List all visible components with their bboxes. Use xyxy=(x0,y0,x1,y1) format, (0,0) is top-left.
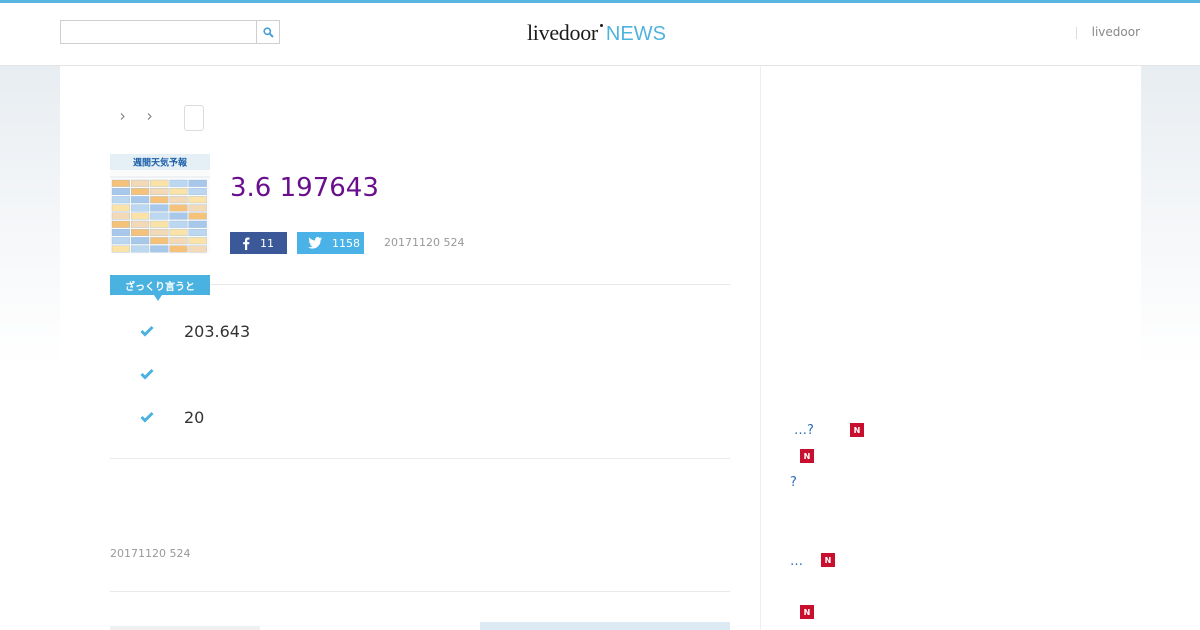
forecast-grid xyxy=(111,179,207,253)
forecast-cell xyxy=(169,220,188,228)
article-date: 20171120 524 xyxy=(384,236,465,249)
forecast-cell xyxy=(169,196,188,204)
forecast-cell xyxy=(131,179,150,187)
forecast-cell xyxy=(131,220,150,228)
main-column xyxy=(60,66,760,630)
article-thumbnail[interactable]: 週間天気予報 xyxy=(110,154,210,254)
check-icon xyxy=(140,325,154,337)
forecast-cell xyxy=(169,204,188,212)
forecast-cell xyxy=(111,229,130,236)
forecast-cell xyxy=(111,188,130,195)
search-button[interactable] xyxy=(256,21,279,43)
forecast-cell xyxy=(131,196,150,204)
forecast-cell xyxy=(188,188,207,195)
forecast-cell xyxy=(111,196,130,204)
forecast-cell xyxy=(188,229,207,236)
search-input[interactable] xyxy=(61,21,257,43)
forecast-cell xyxy=(150,220,169,228)
summary-point-text: 20 xyxy=(184,408,205,427)
forecast-cell xyxy=(169,237,188,245)
logo-dot xyxy=(599,24,603,27)
forecast-cell xyxy=(131,237,150,245)
forecast-cell xyxy=(150,179,169,187)
forecast-cell xyxy=(150,245,169,253)
facebook-icon xyxy=(243,237,250,250)
sidebar-column xyxy=(760,66,1141,630)
check-icon xyxy=(140,368,154,380)
logo-news-text: NEWS xyxy=(605,23,666,45)
forecast-cell xyxy=(150,196,169,204)
forecast-cell xyxy=(131,204,150,212)
new-badge: N xyxy=(800,449,814,463)
check-icon xyxy=(140,411,154,423)
facebook-share-count: 11 xyxy=(260,236,274,250)
forecast-cell xyxy=(188,220,207,228)
twitter-icon xyxy=(308,237,322,249)
divider xyxy=(110,458,730,459)
article-date-bottom: 20171120 524 xyxy=(110,547,191,560)
forecast-cell xyxy=(150,237,169,245)
forecast-cell xyxy=(131,245,150,253)
forecast-cell xyxy=(131,188,150,195)
forecast-cell xyxy=(131,212,150,220)
chevron-right-icon xyxy=(120,113,125,120)
forecast-cell xyxy=(111,179,130,187)
forecast-cell xyxy=(169,245,188,253)
forecast-cell xyxy=(150,204,169,212)
header-separator xyxy=(1076,27,1077,39)
new-badge: N xyxy=(821,553,835,567)
summary-point: 203.643 xyxy=(110,321,730,345)
forecast-cell xyxy=(111,245,130,253)
forecast-cell xyxy=(169,212,188,220)
forecast-cell xyxy=(188,237,207,245)
related-article-image[interactable] xyxy=(480,622,730,630)
forecast-cell xyxy=(150,212,169,220)
summary-point-text: 203.643 xyxy=(184,322,251,341)
livedoor-home-link[interactable]: livedoor xyxy=(1092,25,1140,39)
summary-point xyxy=(110,364,730,388)
forecast-cell xyxy=(188,245,207,253)
new-badge: N xyxy=(850,423,864,437)
forecast-cell xyxy=(169,179,188,187)
site-logo[interactable]: livedoor NEWS xyxy=(527,20,666,48)
new-badge: N xyxy=(800,605,814,619)
forecast-cell xyxy=(111,220,130,228)
forecast-cell xyxy=(150,229,169,236)
twitter-share-count: 1158 xyxy=(332,236,360,250)
divider xyxy=(110,591,730,592)
article-title: 3.6 197643 xyxy=(230,173,379,203)
summary-badge: ざっくり言うと xyxy=(110,275,210,295)
sidebar-link[interactable]: … xyxy=(790,554,803,569)
forecast-cell xyxy=(188,196,207,204)
logo-main-text: livedoor xyxy=(527,20,598,45)
forecast-cell xyxy=(188,204,207,212)
forecast-cell xyxy=(169,188,188,195)
forecast-cell xyxy=(188,179,207,187)
breadcrumb-current[interactable] xyxy=(184,105,204,131)
twitter-share-button[interactable]: 1158 xyxy=(297,232,364,254)
related-article-snippet[interactable] xyxy=(110,626,260,630)
forecast-cell xyxy=(150,188,169,195)
forecast-cell xyxy=(131,229,150,236)
site-header: livedoor NEWS livedoor xyxy=(0,3,1200,66)
facebook-share-button[interactable]: 11 xyxy=(230,232,287,254)
forecast-cell xyxy=(111,237,130,245)
search-box xyxy=(60,20,280,44)
forecast-cell xyxy=(111,204,130,212)
forecast-cell xyxy=(111,212,130,220)
summary-badge-tail xyxy=(154,295,162,301)
sidebar-link[interactable]: …? xyxy=(794,423,814,438)
forecast-cell xyxy=(188,212,207,220)
summary-point: 20 xyxy=(110,407,730,431)
sidebar-link[interactable]: ? xyxy=(790,475,797,490)
thumbnail-label: 週間天気予報 xyxy=(133,157,188,169)
chevron-right-icon xyxy=(147,113,152,120)
search-icon xyxy=(262,26,274,38)
forecast-cell xyxy=(169,229,188,236)
